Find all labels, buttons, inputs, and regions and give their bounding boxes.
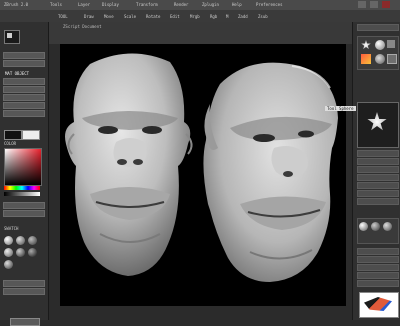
secondary-color-swatch[interactable] xyxy=(22,130,40,140)
layer-option-4[interactable] xyxy=(357,272,399,279)
sculpt-head-front xyxy=(65,53,193,276)
color-label: COLOR xyxy=(4,141,17,146)
tool-option-5[interactable] xyxy=(357,182,399,189)
material-option-4[interactable] xyxy=(3,102,45,109)
material-label: MAT OBJECT xyxy=(5,71,30,76)
swatch-label: SWATCH xyxy=(4,226,19,231)
layer-option-2[interactable] xyxy=(357,256,399,263)
edit-button[interactable] xyxy=(10,318,40,326)
color-option-2[interactable] xyxy=(3,210,45,217)
tool-tooltip: Tool Sphere xyxy=(325,106,356,111)
tool-option-3[interactable] xyxy=(357,166,399,173)
app-logo xyxy=(359,292,399,318)
logo-mark-icon xyxy=(364,297,392,311)
material-sphere-6[interactable] xyxy=(28,248,37,257)
layer-option-1[interactable] xyxy=(357,248,399,255)
sculpt-head-side xyxy=(203,62,338,282)
tool-option-7[interactable] xyxy=(357,198,399,205)
material-sphere-1[interactable] xyxy=(4,236,13,245)
save-tool-button[interactable] xyxy=(3,60,45,67)
menu-item-display[interactable]: Display xyxy=(102,2,119,7)
left-tool-panel: MAT OBJECT COLOR SWATCH xyxy=(0,22,49,326)
maximize-button[interactable] xyxy=(370,1,378,8)
material-sphere-3[interactable] xyxy=(28,236,37,245)
tool-header-button[interactable] xyxy=(357,24,399,31)
document-tab[interactable]: ZScript Document xyxy=(63,24,102,29)
swatch-option-1[interactable] xyxy=(3,280,45,287)
color-option-1[interactable] xyxy=(3,202,45,209)
menu-item-zplugin[interactable]: Zplugin xyxy=(202,2,219,7)
layer-option-5[interactable] xyxy=(357,280,399,287)
toolbar-edit[interactable]: Edit xyxy=(170,14,180,19)
toolbar-rgb[interactable]: Rgb xyxy=(210,14,217,19)
right-tool-panel: Tool Sphere xyxy=(325,22,400,320)
material-sphere-7[interactable] xyxy=(4,260,13,269)
plane-tool-icon[interactable] xyxy=(387,54,397,64)
value-slider[interactable] xyxy=(4,192,40,196)
material-sphere-4[interactable] xyxy=(4,248,13,257)
toolbar-zsub[interactable]: Zsub xyxy=(258,14,268,19)
canvas-header: ZScript Document xyxy=(49,22,352,44)
material-option-5[interactable] xyxy=(3,110,45,117)
toolbar-mrgb[interactable]: Mrgb xyxy=(190,14,200,19)
tool-option-2[interactable] xyxy=(357,158,399,165)
material-option-3[interactable] xyxy=(3,94,45,101)
material-sphere-2[interactable] xyxy=(16,236,25,245)
menu-item-app[interactable]: ZBrush 2.0 xyxy=(4,2,28,7)
toolbar-draw[interactable]: Draw xyxy=(84,14,94,19)
toolbar-move[interactable]: Move xyxy=(104,14,114,19)
toolbar-zadd[interactable]: Zadd xyxy=(238,14,248,19)
swatch-option-2[interactable] xyxy=(3,288,45,295)
close-button[interactable] xyxy=(382,1,390,8)
sculpt-render xyxy=(65,53,338,282)
menu-item-help[interactable]: Help xyxy=(232,2,242,7)
menu-item-transform[interactable]: Transform xyxy=(136,2,158,7)
toolbar-scale[interactable]: Scale xyxy=(124,14,136,19)
material-option-2[interactable] xyxy=(3,86,45,93)
brush-tool-icon[interactable] xyxy=(361,54,371,64)
cube-icon xyxy=(7,33,12,38)
toolbar-rotate[interactable]: Rotate xyxy=(146,14,160,19)
hue-slider[interactable] xyxy=(4,186,40,190)
primary-color-swatch[interactable] xyxy=(4,130,22,140)
menu-item-preferences[interactable]: Preferences xyxy=(256,2,283,7)
document-canvas[interactable] xyxy=(60,44,346,306)
load-tool-button[interactable] xyxy=(3,52,45,59)
tool-option-4[interactable] xyxy=(357,174,399,181)
toolbar-m[interactable]: M xyxy=(226,14,228,19)
material-option-1[interactable] xyxy=(3,78,45,85)
material-sphere-5[interactable] xyxy=(16,248,25,257)
menu-item-tools[interactable]: Tools xyxy=(50,2,62,7)
ring-tool-icon[interactable] xyxy=(375,54,385,64)
tool-option-6[interactable] xyxy=(357,190,399,197)
menu-item-layer[interactable]: Layer xyxy=(78,2,90,7)
bottom-bar xyxy=(49,306,352,320)
tool-option-1[interactable] xyxy=(357,150,399,157)
sphere-tool-icon[interactable] xyxy=(375,40,385,50)
menu-item-render[interactable]: Render xyxy=(174,2,188,7)
cube-tool-icon[interactable] xyxy=(387,40,395,48)
palette-sphere-1[interactable] xyxy=(359,222,368,231)
palette-sphere-3[interactable] xyxy=(383,222,392,231)
palette-sphere-2[interactable] xyxy=(371,222,380,231)
toolbar-tool[interactable]: TOOL xyxy=(58,14,68,19)
color-picker[interactable] xyxy=(4,148,42,186)
layer-option-3[interactable] xyxy=(357,264,399,271)
minimize-button[interactable] xyxy=(358,1,366,8)
